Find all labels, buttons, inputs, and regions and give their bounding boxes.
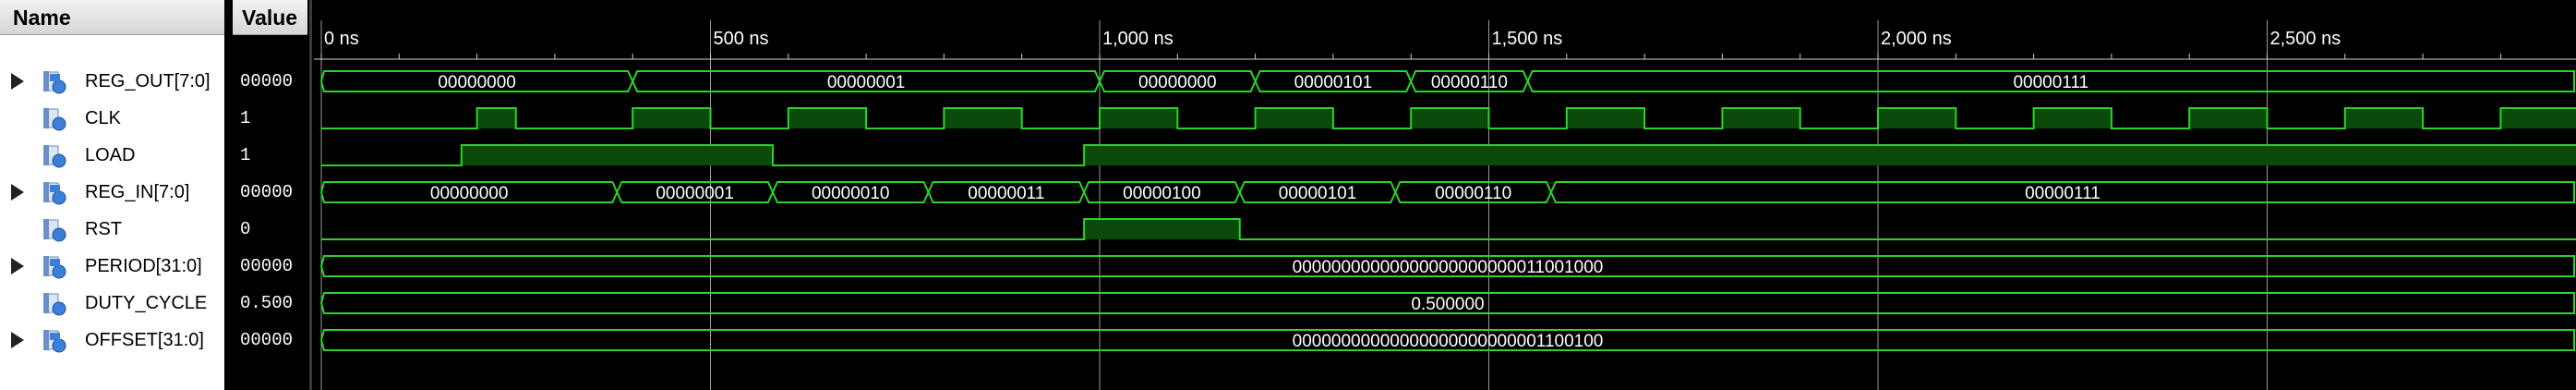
bus-value-label: 00000101 (1294, 73, 1373, 92)
signal-name: RST (85, 219, 122, 239)
bus-value-label: 00000000 (438, 73, 516, 92)
signal-value: 0.500 (240, 293, 294, 313)
high-level-fill (2344, 108, 2424, 128)
high-level-fill (461, 145, 773, 165)
signal-row[interactable]: LOAD (0, 137, 224, 174)
signal-row[interactable]: OFFSET[31:0] (0, 322, 224, 359)
time-tick-label: 500 ns (714, 29, 769, 49)
signal-name: DUTY_CYCLE (85, 293, 208, 313)
high-level-fill (476, 108, 516, 128)
high-level-fill (1084, 145, 2576, 165)
bus-value-label: 00000000000000000000000011001000 (1293, 258, 1604, 277)
value-column-header[interactable]: Value (233, 0, 307, 35)
bus-value-label: 00000000 (430, 184, 509, 203)
signal-value: 0 (240, 219, 251, 239)
signal-name: REG_IN[7:0] (85, 182, 190, 202)
signal-row[interactable]: CLK (0, 100, 224, 137)
signal-trace[interactable] (321, 144, 2576, 166)
signal-row[interactable]: DUTY_CYCLE (0, 285, 224, 322)
bus-value-label: 00000101 (1279, 184, 1357, 203)
time-tick-label: 2,500 ns (2270, 29, 2341, 49)
high-level-fill (2500, 108, 2576, 128)
signal-name: PERIOD[31:0] (85, 256, 202, 276)
bit-signal-icon (43, 219, 66, 242)
time-tick-label: 1,000 ns (1102, 29, 1174, 49)
name-column-header[interactable]: Name (0, 0, 224, 35)
signal-trace[interactable]: 00000000 00000001 00000010 00000011 00000100… (319, 181, 2575, 203)
signal-value: 1 (240, 108, 251, 128)
name-column-header-label: Name (13, 6, 71, 30)
high-level-fill (1722, 108, 1800, 128)
high-level-fill (944, 108, 1022, 128)
expand-arrow-icon[interactable] (11, 184, 24, 201)
expand-arrow-icon[interactable] (11, 258, 24, 274)
bus-value-label: 00000011 (968, 184, 1044, 203)
time-tick-label: 2,000 ns (1881, 29, 1952, 49)
bus-signal-icon (43, 71, 66, 94)
time-ruler[interactable]: 0 ns 500 ns 1,000 ns 1,500 ns 2,000 ns 2,500 … (314, 29, 2576, 60)
bus-value-label: 00000010 (812, 184, 890, 203)
bus-value-label: 0.500000 (1411, 295, 1484, 314)
signal-name-panel: Name REG_OUT[7:0] CLK LOAD REG_IN[7:0] RST PE… (0, 0, 224, 390)
high-level-fill (1084, 219, 1240, 239)
signal-value: 00000 (240, 256, 294, 276)
bus-value-label: 00000110 (1431, 73, 1508, 92)
high-level-fill (1255, 108, 1333, 128)
signal-value: 1 (240, 145, 251, 165)
signal-trace[interactable]: 0.500000 (319, 292, 2575, 314)
expand-arrow-icon[interactable] (11, 332, 24, 348)
time-tick-label: 1,500 ns (1492, 29, 1563, 49)
bus-value-label: 00000100 (1123, 184, 1201, 203)
bit-signal-icon (43, 145, 66, 168)
signal-name: CLK (85, 108, 121, 128)
signal-row[interactable]: REG_IN[7:0] (0, 174, 224, 211)
signal-name: REG_OUT[7:0] (85, 71, 211, 91)
bus-value-label: 00000000 (1138, 73, 1217, 92)
waveform-canvas[interactable]: 0 ns 500 ns 1,000 ns 1,500 ns 2,000 ns 2,500 … (314, 0, 2576, 390)
high-level-fill (2033, 108, 2112, 128)
signal-value: 00000 (240, 182, 294, 202)
high-level-fill (2189, 108, 2268, 128)
high-level-fill (1411, 108, 1489, 128)
bus-value-label: 00000000000000000000000001100100 (1293, 332, 1604, 351)
high-level-fill (1100, 108, 1178, 128)
high-level-fill (788, 108, 867, 128)
bus-value-label: 00000110 (1435, 184, 1511, 203)
bus-signal-icon (43, 330, 66, 353)
signal-row[interactable]: RST (0, 211, 224, 248)
waveform-splitter[interactable] (307, 0, 314, 390)
bus-value-label: 00000001 (656, 184, 734, 203)
signal-row[interactable]: PERIOD[31:0] (0, 248, 224, 285)
time-tick-label: 0 ns (324, 29, 359, 49)
signal-trace[interactable]: 00000000 00000001 00000000 00000101 00000110… (319, 70, 2575, 92)
signal-trace[interactable] (321, 218, 2576, 240)
value-column-header-label: Value (242, 6, 298, 30)
bus-signal-icon (43, 256, 66, 279)
panel-splitter[interactable] (224, 0, 233, 390)
signal-traces: 00000000 00000001 00000000 00000101 00000110… (319, 70, 2576, 351)
high-level-fill (1566, 108, 1645, 128)
signal-trace[interactable]: 00000000000000000000000001100100 (319, 329, 2575, 351)
signal-name: LOAD (85, 145, 136, 165)
high-level-fill (1878, 108, 1956, 128)
signal-trace[interactable]: 00000000000000000000000011001000 (319, 255, 2575, 277)
bus-signal-icon (43, 182, 66, 205)
signal-row[interactable]: REG_OUT[7:0] (0, 63, 224, 100)
bus-value-label: 00000111 (2025, 184, 2101, 203)
signal-value-panel: Value 00000 1 1 00000 0 00000 0.500 00000 (233, 0, 307, 390)
bus-value-label: 00000111 (2013, 73, 2088, 92)
signal-value: 00000 (240, 71, 294, 91)
signal-trace[interactable] (321, 107, 2576, 129)
bus-value-label: 00000001 (827, 73, 906, 92)
bit-waveform (321, 218, 2576, 240)
high-level-fill (632, 108, 711, 128)
expand-arrow-icon[interactable] (11, 73, 24, 90)
signal-name: OFFSET[31:0] (85, 330, 204, 350)
bit-signal-icon (43, 108, 66, 131)
real-signal-icon (43, 293, 66, 316)
signal-value: 00000 (240, 330, 294, 350)
